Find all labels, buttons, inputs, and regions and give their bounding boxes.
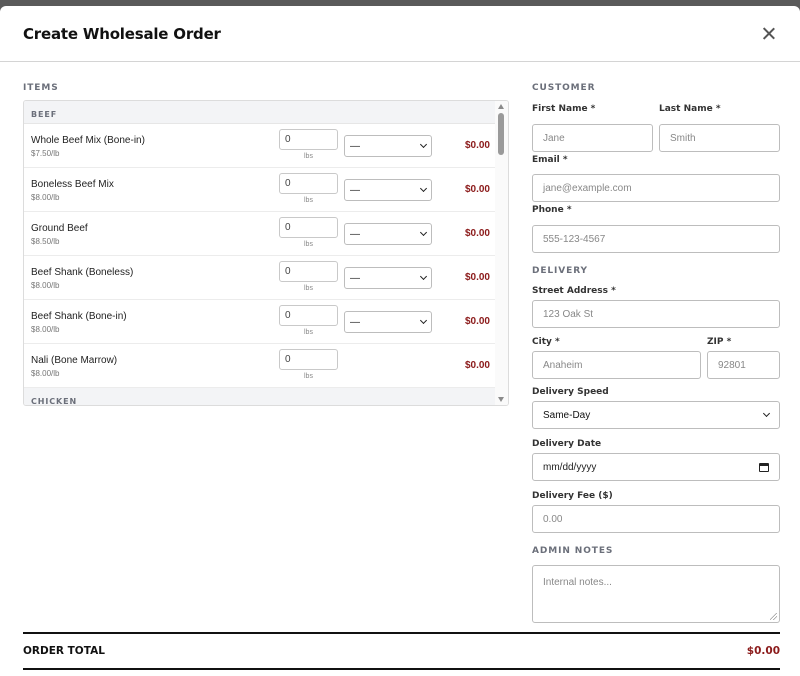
first-name-label: First Name *: [532, 104, 596, 114]
email-label: Email *: [532, 155, 568, 165]
delivery-speed-label: Delivery Speed: [532, 387, 609, 397]
last-name-input[interactable]: Smith: [659, 124, 780, 152]
item-price: $8.00/lb: [31, 281, 60, 290]
unit-label: lbs: [304, 329, 313, 336]
line-total: $0.00: [464, 272, 490, 283]
quantity-input[interactable]: [279, 173, 338, 194]
line-total: $0.00: [464, 184, 490, 195]
chevron-down-icon: [419, 184, 428, 193]
cut-option-value: —: [350, 184, 360, 196]
zip-label: ZIP *: [707, 337, 732, 347]
close-icon[interactable]: [759, 24, 779, 44]
quantity-input[interactable]: [279, 261, 338, 282]
delivery-speed-select[interactable]: Same-Day: [532, 401, 780, 429]
line-total: $0.00: [464, 360, 490, 371]
item-price: $8.50/lb: [31, 237, 60, 246]
order-total-bar: ORDER TOTAL $0.00: [23, 632, 780, 670]
street-input[interactable]: 123 Oak St: [532, 300, 780, 328]
item-price: $8.00/lb: [31, 369, 60, 378]
line-total: $0.00: [464, 140, 490, 151]
modal-header: Create Wholesale Order: [0, 6, 800, 62]
delivery-date-placeholder: mm/dd/yyyy: [543, 461, 597, 473]
cut-option-value: —: [350, 316, 360, 328]
cut-option-select[interactable]: —: [344, 311, 432, 333]
item-name: Beef Shank (Bone-in): [31, 311, 127, 322]
scroll-up-icon[interactable]: [498, 104, 504, 109]
unit-label: lbs: [304, 153, 313, 160]
items-panel: ITEMS BEEF Whole Beef Mix (Bone-in) $7.5…: [23, 83, 509, 406]
email-input[interactable]: jane@example.com: [532, 174, 780, 202]
items-scroll-content: BEEF Whole Beef Mix (Bone-in) $7.50/lb l…: [24, 101, 496, 405]
item-row: Boneless Beef Mix $8.00/lb lbs — $0.00: [24, 168, 496, 212]
item-row: Nali (Bone Marrow) $8.00/lb lbs $0.00: [24, 344, 496, 388]
phone-input[interactable]: 555-123-4567: [532, 225, 780, 253]
customer-section-label: CUSTOMER: [532, 83, 596, 93]
admin-notes-textarea[interactable]: Internal notes...: [532, 565, 780, 623]
delivery-speed-value: Same-Day: [543, 409, 591, 421]
create-order-modal: Create Wholesale Order ITEMS BEEF Whole …: [0, 6, 800, 676]
cut-option-value: —: [350, 228, 360, 240]
order-total-value: $0.00: [746, 645, 780, 657]
cut-option-select[interactable]: —: [344, 267, 432, 289]
customer-delivery-panel: CUSTOMER First Name * Jane Last Name * S…: [532, 83, 780, 623]
chevron-down-icon: [419, 316, 428, 325]
admin-notes-placeholder: Internal notes...: [543, 577, 612, 588]
zip-input[interactable]: 92801: [707, 351, 780, 379]
category-header: CHICKEN: [24, 388, 496, 405]
chevron-down-icon: [419, 228, 428, 237]
item-name: Whole Beef Mix (Bone-in): [31, 135, 145, 146]
item-row: Ground Beef $8.50/lb lbs — $0.00: [24, 212, 496, 256]
delivery-date-label: Delivery Date: [532, 439, 602, 449]
line-total: $0.00: [464, 316, 490, 327]
item-price: $8.00/lb: [31, 325, 60, 334]
item-row: Beef Shank (Bone-in) $8.00/lb lbs — $0.0…: [24, 300, 496, 344]
item-price: $8.00/lb: [31, 193, 60, 202]
item-row: Whole Beef Mix (Bone-in) $7.50/lb lbs — …: [24, 124, 496, 168]
street-label: Street Address *: [532, 286, 616, 296]
resize-handle-icon[interactable]: [770, 613, 777, 620]
calendar-icon[interactable]: [759, 462, 769, 472]
unit-label: lbs: [304, 241, 313, 248]
last-name-label: Last Name *: [659, 104, 721, 114]
item-price: $7.50/lb: [31, 149, 60, 158]
admin-notes-section-label: ADMIN NOTES: [532, 546, 614, 556]
phone-label: Phone *: [532, 205, 572, 215]
cut-option-value: —: [350, 140, 360, 152]
item-row: Beef Shank (Boneless) $8.00/lb lbs — $0.…: [24, 256, 496, 300]
quantity-input[interactable]: [279, 305, 338, 326]
city-input[interactable]: Anaheim: [532, 351, 701, 379]
unit-label: lbs: [304, 285, 313, 292]
first-name-input[interactable]: Jane: [532, 124, 653, 152]
city-label: City *: [532, 337, 560, 347]
quantity-input[interactable]: [279, 129, 338, 150]
modal-title: Create Wholesale Order: [23, 24, 221, 43]
cut-option-select[interactable]: —: [344, 135, 432, 157]
items-list[interactable]: BEEF Whole Beef Mix (Bone-in) $7.50/lb l…: [23, 100, 509, 406]
delivery-fee-label: Delivery Fee ($): [532, 491, 613, 501]
scroll-down-icon[interactable]: [498, 397, 504, 402]
cut-option-value: —: [350, 272, 360, 284]
line-total: $0.00: [464, 228, 490, 239]
chevron-down-icon: [419, 272, 428, 281]
item-name: Beef Shank (Boneless): [31, 267, 134, 278]
cut-option-select[interactable]: —: [344, 179, 432, 201]
unit-label: lbs: [304, 373, 313, 380]
quantity-input[interactable]: [279, 349, 338, 370]
item-name: Boneless Beef Mix: [31, 179, 114, 190]
unit-label: lbs: [304, 197, 313, 204]
quantity-input[interactable]: [279, 217, 338, 238]
order-total-label: ORDER TOTAL: [23, 645, 105, 657]
chevron-down-icon: [419, 140, 428, 149]
chevron-down-icon: [762, 409, 771, 418]
delivery-fee-input[interactable]: 0.00: [532, 505, 780, 533]
item-name: Ground Beef: [31, 223, 88, 234]
scrollbar-thumb[interactable]: [498, 113, 504, 155]
category-header: BEEF: [24, 101, 496, 124]
item-name: Nali (Bone Marrow): [31, 355, 118, 366]
items-section-label: ITEMS: [23, 83, 59, 93]
items-scrollbar[interactable]: [495, 101, 508, 405]
delivery-date-input[interactable]: mm/dd/yyyy: [532, 453, 780, 481]
delivery-section-label: DELIVERY: [532, 266, 588, 276]
cut-option-select[interactable]: —: [344, 223, 432, 245]
